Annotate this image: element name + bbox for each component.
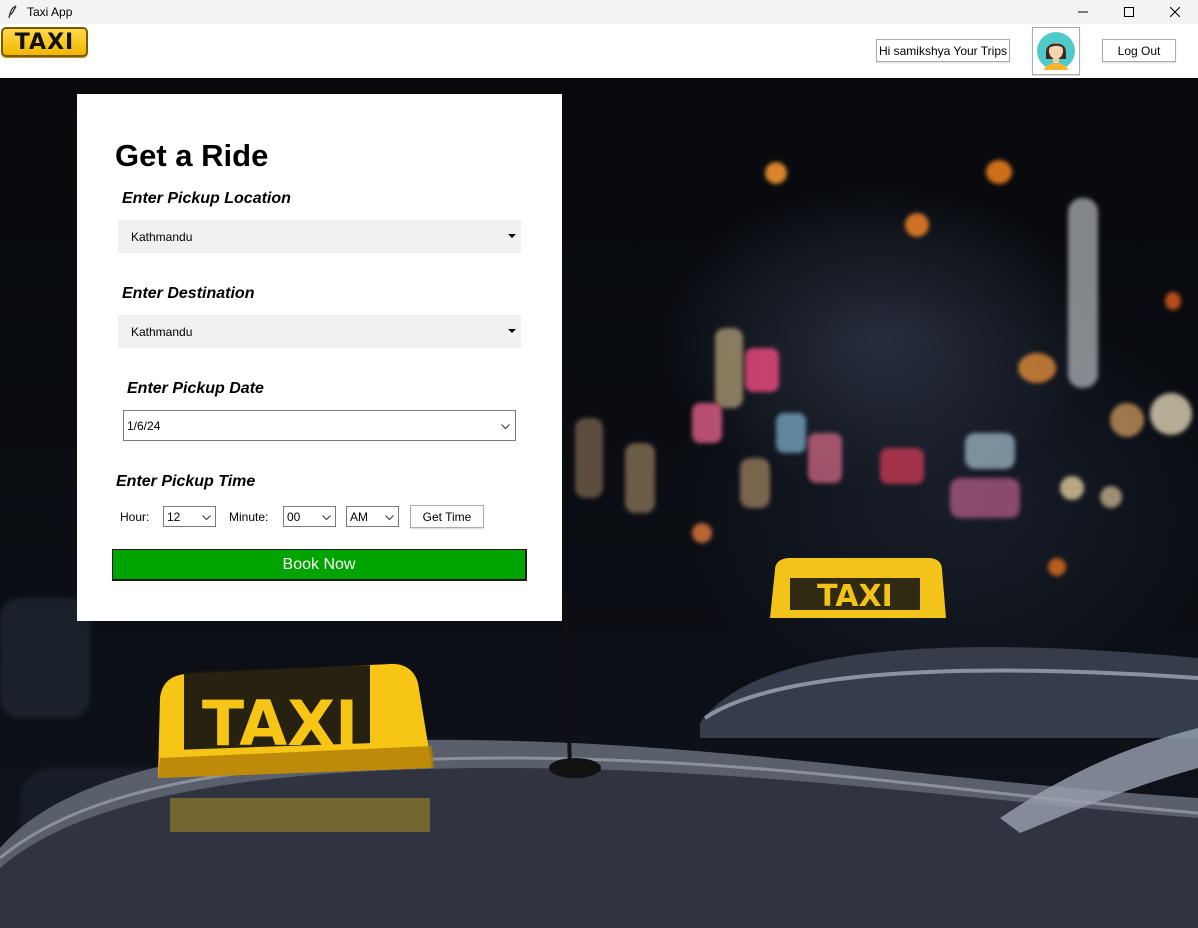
taxi-logo: TAXI [1, 27, 88, 57]
user-avatar-icon [1037, 32, 1075, 70]
destination-select[interactable]: Kathmandu [118, 315, 521, 348]
close-button[interactable] [1152, 0, 1198, 24]
logout-button[interactable]: Log Out [1102, 39, 1176, 62]
pickup-date-picker[interactable]: 1/6/24 [123, 410, 516, 441]
hour-label: Hour: [120, 510, 150, 524]
dropdown-arrow-icon [508, 329, 516, 333]
chevron-down-icon [501, 424, 510, 430]
avatar[interactable] [1032, 27, 1080, 75]
ampm-value: AM [350, 509, 368, 524]
pickup-date-value: 1/6/24 [127, 418, 161, 433]
title-bar: Taxi App [0, 0, 1198, 24]
page-title: Get a Ride [115, 138, 269, 173]
ampm-select[interactable]: AM [346, 506, 399, 527]
window-controls [1060, 0, 1198, 24]
app-header: TAXI Hi samikshya Your Trips Log Out [0, 24, 1198, 78]
get-time-button[interactable]: Get Time [410, 505, 484, 528]
maximize-icon [1124, 7, 1134, 17]
minute-select[interactable]: 00 [283, 506, 336, 527]
your-trips-button[interactable]: Hi samikshya Your Trips [876, 39, 1010, 62]
near-taxi-sign-text: TAXI [202, 687, 358, 760]
ride-form-panel: Get a Ride Enter Pickup Location Kathman… [77, 94, 562, 621]
destination-label: Enter Destination [122, 285, 255, 302]
maximize-button[interactable] [1106, 0, 1152, 24]
chevron-down-icon [385, 515, 394, 521]
hour-value: 12 [167, 509, 181, 524]
hour-select[interactable]: 12 [163, 506, 216, 527]
logo-text: TAXI [14, 29, 75, 55]
minute-label: Minute: [229, 510, 269, 524]
pickup-date-label: Enter Pickup Date [127, 380, 264, 397]
chevron-down-icon [202, 515, 211, 521]
dropdown-arrow-icon [508, 234, 516, 238]
chevron-down-icon [322, 515, 331, 521]
window-title: Taxi App [27, 5, 73, 19]
minimize-button[interactable] [1060, 0, 1106, 24]
pickup-time-label: Enter Pickup Time [116, 473, 256, 490]
pickup-location-value: Kathmandu [131, 229, 193, 244]
close-icon [1170, 7, 1180, 17]
pickup-location-label: Enter Pickup Location [122, 190, 291, 207]
feather-icon [6, 4, 20, 20]
minute-value: 00 [287, 509, 301, 524]
far-taxi-sign-text: TAXI [817, 579, 893, 614]
book-now-button[interactable]: Book Now [112, 549, 527, 581]
pickup-location-select[interactable]: Kathmandu [118, 220, 521, 253]
app-window: Taxi App TAXI Hi samikshya Your Trips Lo… [0, 0, 1198, 928]
destination-value: Kathmandu [131, 324, 193, 339]
minimize-icon [1078, 11, 1088, 13]
